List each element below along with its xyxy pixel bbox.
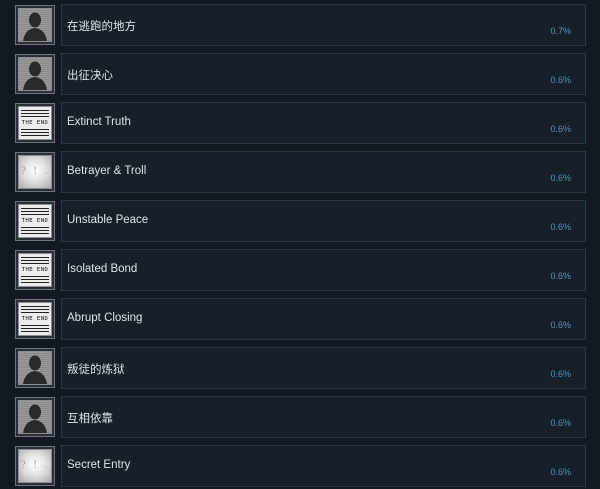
achievement-icon: THE END xyxy=(15,201,55,241)
achievement-panel: 叛徒的炼狱 0.6% xyxy=(61,347,586,389)
the-end-icon: THE END xyxy=(18,253,52,287)
achievement-icon xyxy=(15,5,55,45)
the-end-icon: THE END xyxy=(18,106,52,140)
the-end-icon: THE END xyxy=(18,204,52,238)
achievement-name: 互相依靠 xyxy=(67,413,113,425)
achievement-row[interactable]: ? ! . Secret Entry 0.6% xyxy=(0,444,600,487)
achievement-percent: 0.6% xyxy=(550,418,571,428)
achievement-list: 在逃跑的地方 0.7% 出征决心 0.6% THE END Extinct Tr… xyxy=(0,0,600,489)
achievement-panel: Abrupt Closing 0.6% xyxy=(61,298,586,340)
achievement-icon: THE END xyxy=(15,299,55,339)
achievement-panel: Secret Entry 0.6% xyxy=(61,445,586,487)
silhouette-icon xyxy=(18,57,52,91)
achievement-row[interactable]: ? ! . Betrayer & Troll 0.6% xyxy=(0,150,600,193)
achievement-row[interactable]: 叛徒的炼狱 0.6% xyxy=(0,346,600,389)
achievement-name: 叛徒的炼狱 xyxy=(67,364,125,376)
achievement-name: Extinct Truth xyxy=(67,116,131,128)
achievement-percent: 0.6% xyxy=(550,271,571,281)
achievement-icon xyxy=(15,397,55,437)
blurred-marks: ? ! . xyxy=(20,166,50,177)
achievement-panel: 互相依靠 0.6% xyxy=(61,396,586,438)
silhouette-icon xyxy=(18,351,52,385)
achievement-panel: 出征决心 0.6% xyxy=(61,53,586,95)
the-end-text: THE END xyxy=(21,218,49,224)
achievement-icon: THE END xyxy=(15,250,55,290)
the-end-icon: THE END xyxy=(18,302,52,336)
achievement-panel: Betrayer & Troll 0.6% xyxy=(61,151,586,193)
the-end-text: THE END xyxy=(21,120,49,126)
achievement-name: Abrupt Closing xyxy=(67,312,143,324)
achievement-row[interactable]: THE END Unstable Peace 0.6% xyxy=(0,199,600,242)
silhouette-icon xyxy=(18,400,52,434)
achievement-row[interactable]: THE END Extinct Truth 0.6% xyxy=(0,101,600,144)
achievement-panel: Extinct Truth 0.6% xyxy=(61,102,586,144)
achievement-name: Isolated Bond xyxy=(67,263,138,275)
the-end-text: THE END xyxy=(21,267,49,273)
achievement-row[interactable]: THE END Abrupt Closing 0.6% xyxy=(0,297,600,340)
achievement-name: Secret Entry xyxy=(67,459,131,471)
blurred-marks: ? ! . xyxy=(20,460,50,471)
achievement-name: Unstable Peace xyxy=(67,214,149,226)
achievement-panel: Isolated Bond 0.6% xyxy=(61,249,586,291)
achievement-percent: 0.6% xyxy=(550,222,571,232)
achievement-percent: 0.6% xyxy=(550,369,571,379)
achievement-row[interactable]: 互相依靠 0.6% xyxy=(0,395,600,438)
achievement-name: 在逃跑的地方 xyxy=(67,21,136,33)
achievement-row[interactable]: 在逃跑的地方 0.7% xyxy=(0,3,600,46)
achievement-percent: 0.6% xyxy=(550,75,571,85)
achievement-row[interactable]: 出征决心 0.6% xyxy=(0,52,600,95)
blurred-icon: ? ! . xyxy=(18,449,52,483)
blurred-icon: ? ! . xyxy=(18,155,52,189)
achievement-percent: 0.6% xyxy=(550,467,571,477)
achievement-percent: 0.7% xyxy=(550,26,571,36)
the-end-text: THE END xyxy=(21,316,49,322)
achievement-percent: 0.6% xyxy=(550,173,571,183)
achievement-icon: THE END xyxy=(15,103,55,143)
achievement-name: 出征决心 xyxy=(67,70,113,82)
achievement-panel: Unstable Peace 0.6% xyxy=(61,200,586,242)
achievement-icon xyxy=(15,54,55,94)
achievement-row[interactable]: THE END Isolated Bond 0.6% xyxy=(0,248,600,291)
achievement-panel: 在逃跑的地方 0.7% xyxy=(61,4,586,46)
achievement-name: Betrayer & Troll xyxy=(67,165,147,177)
achievement-icon xyxy=(15,348,55,388)
achievement-icon: ? ! . xyxy=(15,446,55,486)
achievement-icon: ? ! . xyxy=(15,152,55,192)
achievement-percent: 0.6% xyxy=(550,320,571,330)
silhouette-icon xyxy=(18,8,52,42)
achievement-percent: 0.6% xyxy=(550,124,571,134)
